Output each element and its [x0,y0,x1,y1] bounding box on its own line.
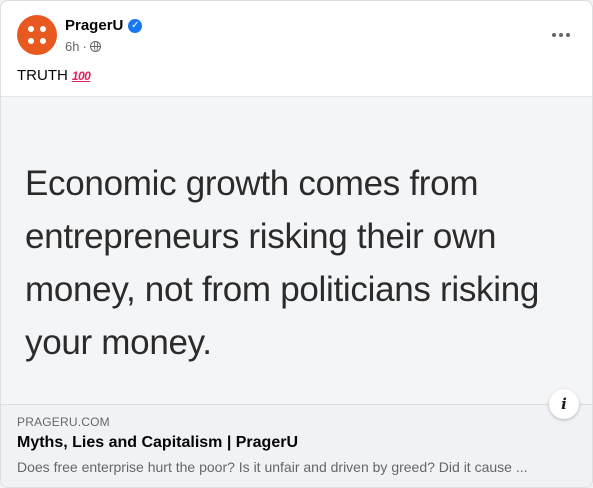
quote-line: money, not from politicians risking [25,270,540,309]
more-options-icon [559,33,563,37]
page-name-row: PragerU ✓ [65,17,143,34]
quote-text: Economic growth comes from entrepreneurs… [25,157,585,369]
avatar-logo-dot [40,26,46,32]
avatar-logo-dot [28,26,34,32]
link-preview[interactable]: PRAGERU.COM Myths, Lies and Capitalism |… [1,404,592,487]
link-description: Does free enterprise hurt the poor? Is i… [17,459,528,475]
post-meta: 6h · [65,39,101,54]
more-options-button[interactable] [545,19,577,51]
quote-line: Economic growth comes from [25,164,479,203]
link-title[interactable]: Myths, Lies and Capitalism | PragerU [17,434,298,452]
quote-line: entrepreneurs risking their own [25,217,497,256]
post-header: PragerU ✓ 6h · [17,15,577,59]
caption-text: TRUTH [17,67,68,84]
globe-icon[interactable] [89,41,101,52]
avatar-logo-dot [40,38,46,44]
page-name-link[interactable]: PragerU [65,17,123,34]
info-icon[interactable]: i [549,389,579,419]
verified-badge-icon: ✓ [128,18,143,33]
quote-line: your money. [25,323,212,362]
link-domain: PRAGERU.COM [17,415,110,429]
meta-separator: · [82,39,87,54]
hundred-points-emoji-icon: 100 [71,68,91,83]
more-options-icon [566,33,570,37]
page-avatar[interactable] [17,15,57,55]
avatar-logo-dot [28,38,34,44]
facebook-post: PragerU ✓ 6h · TRUTH 100 Economic growth… [0,0,593,488]
post-timestamp[interactable]: 6h [65,39,79,54]
more-options-icon [552,33,556,37]
post-caption: TRUTH 100 [17,67,91,84]
post-image[interactable]: Economic growth comes from entrepreneurs… [1,96,592,419]
